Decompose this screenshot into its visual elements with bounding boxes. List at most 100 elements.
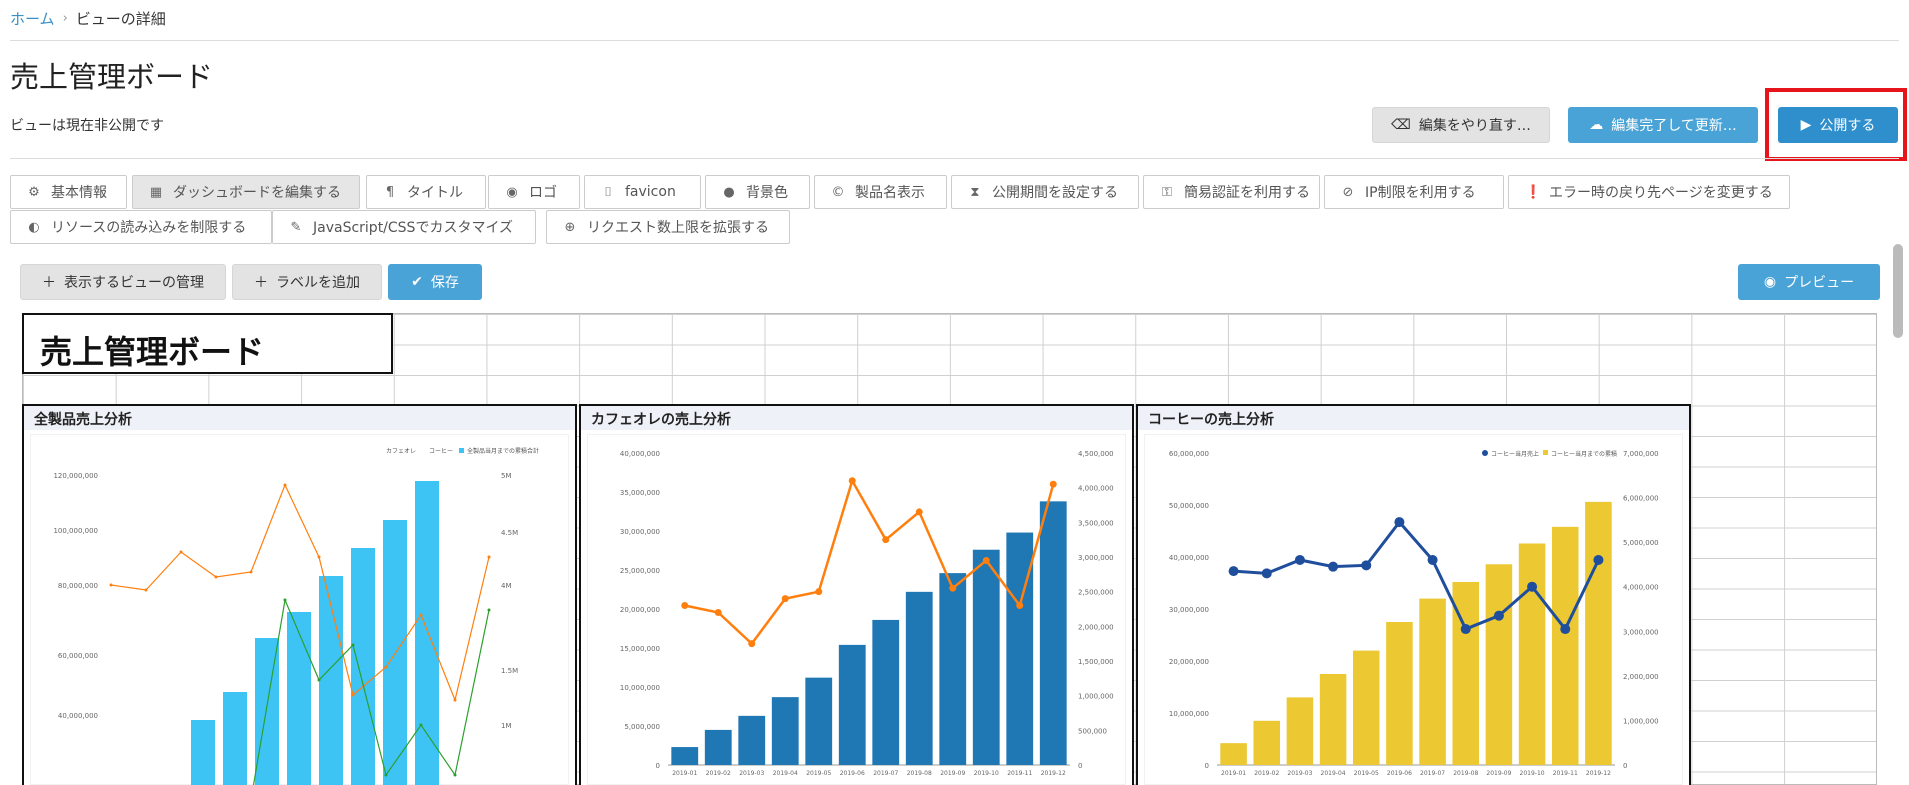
x-tick-label: 2019-03 (1287, 770, 1312, 777)
tab-resource-restriction[interactable]: ◐ リソースの読み込みを制限する (10, 210, 272, 244)
x-tick-label: 2019-01 (672, 770, 697, 777)
tab-product-name[interactable]: © 製品名表示 (814, 175, 947, 209)
y-tick-label: 30,000,000 (620, 528, 660, 536)
line-point (283, 483, 287, 487)
status-text: ビューは現在非公開です (10, 118, 164, 134)
y2-tick-label: 500,000 (1078, 727, 1107, 735)
tab-simple-auth[interactable]: ⚿ 簡易認証を利用する (1143, 175, 1320, 209)
line-point (384, 773, 388, 777)
line-point (179, 550, 183, 554)
bar (191, 720, 215, 785)
tab-request-limit[interactable]: ⊕ リクエスト数上限を拡張する (546, 210, 790, 244)
y2-tick-label: 1.5M (501, 667, 518, 675)
bar (805, 677, 833, 765)
y2-tick-label: 4.5M (501, 529, 518, 537)
board-title[interactable]: 売上管理ボード (22, 313, 393, 374)
tab-publish-period[interactable]: ⧗ 公開期間を設定する (951, 175, 1139, 209)
eye-icon: ◉ (506, 184, 518, 200)
chart-title: 全製品売上分析 (24, 406, 575, 430)
gear-icon: ⚙ (28, 184, 40, 200)
x-tick-label: 2019-04 (773, 770, 798, 777)
preview-button[interactable]: ◉ プレビュー (1738, 264, 1880, 300)
legend-item: コーヒー当月までの累積 (1551, 450, 1617, 458)
chart-panel-coffee[interactable]: コーヒーの売上分析 0 10,000,000 20,000,000 30,000,00… (1136, 404, 1691, 785)
x-tick-label: 2019-07 (1420, 770, 1445, 777)
y2-tick-label: 4,000,000 (1623, 584, 1659, 592)
plus-icon: ＋ (42, 275, 56, 291)
y2-tick-label: 2,000,000 (1078, 623, 1114, 631)
add-label-button[interactable]: ＋ラベルを追加 (232, 264, 382, 300)
grid-icon: ▦ (149, 184, 163, 200)
save-button[interactable]: ✔ 保存 (388, 264, 482, 300)
legend-item: カフェオレ (386, 448, 416, 455)
chart-all-products: 40,000,000 60,000,000 80,000,000 100,000,00… (53, 447, 539, 785)
tab-ip-restriction[interactable]: ⊘ IP制限を利用する (1324, 175, 1504, 209)
eye-icon: ◉ (1763, 274, 1777, 290)
divider (10, 40, 1899, 41)
y2-tick-label: 3,000,000 (1078, 554, 1114, 562)
line-point (1427, 554, 1438, 565)
x-tick-label: 2019-02 (1254, 770, 1279, 777)
line-point (249, 570, 253, 574)
line-point (781, 595, 789, 603)
y-tick-label: 0 (656, 762, 660, 770)
legend-item: 全製品当月までの累積合計 (467, 447, 539, 455)
y2-tick-label: 2,500,000 (1078, 589, 1114, 597)
tab-basic-info[interactable]: ⚙ 基本情報 (10, 175, 127, 209)
y-tick-label: 20,000,000 (620, 606, 660, 614)
bar (1352, 650, 1380, 765)
line-point (1361, 560, 1372, 571)
x-tick-label: 2019-07 (873, 770, 898, 777)
redo-edit-button[interactable]: ⌫ 編集をやり直す… (1372, 107, 1550, 143)
line-point (714, 608, 722, 616)
bar (671, 747, 699, 765)
wrench-icon: ✎ (290, 219, 302, 235)
line-point (1261, 568, 1272, 579)
chart-panel-all[interactable]: 全製品売上分析 40,000,000 60,000,000 80,000,000 10… (22, 404, 577, 785)
line-point (487, 608, 491, 612)
x-tick-label: 2019-12 (1041, 770, 1066, 777)
chart-panel-cafeau[interactable]: カフェオレの売上分析 0 5,000,000 10,000,000 15,000,00… (579, 404, 1134, 785)
x-tick-label: 2019-09 (1486, 770, 1511, 777)
finish-edit-button[interactable]: ☁ 編集完了して更新… (1568, 107, 1758, 143)
line-point (109, 583, 113, 587)
y-tick-label: 5,000,000 (624, 723, 660, 731)
divider (10, 158, 1899, 159)
page: ホーム › ビューの詳細 売上管理ボード ビューは現在非公開です ⌫ 編集をやり直… (0, 0, 1909, 785)
manage-views-button[interactable]: ＋表示するビューの管理 (20, 264, 226, 300)
tab-background-color[interactable]: ● 背景色 (705, 175, 810, 209)
breadcrumb-home[interactable]: ホーム (10, 8, 55, 29)
line-point (982, 556, 990, 564)
x-tick-label: 2019-05 (806, 770, 831, 777)
x-tick-label: 2019-08 (907, 770, 932, 777)
tab-logo[interactable]: ◉ ロゴ (488, 175, 580, 209)
scrollbar[interactable] (1893, 244, 1903, 338)
tab-title[interactable]: ¶ タイトル (366, 175, 486, 209)
chart-coffee: 0 10,000,000 20,000,000 30,000,000 40,000,00… (1169, 450, 1659, 777)
paragraph-icon: ¶ (385, 184, 395, 200)
y2-tick-label: 0 (1623, 762, 1627, 770)
x-tick-label: 2019-10 (974, 770, 999, 777)
y-tick-label: 15,000,000 (620, 645, 660, 653)
tab-error-page[interactable]: ❗ エラー時の戻り先ページを変更する (1508, 175, 1790, 209)
bar (1419, 598, 1446, 765)
globe-icon: ⊕ (564, 219, 576, 235)
y-tick-label: 10,000,000 (620, 684, 660, 692)
line-point (487, 555, 491, 559)
tab-customize-js-css[interactable]: ✎ JavaScript/CSSでカスタマイズ (272, 210, 536, 244)
y-tick-label: 0 (1205, 762, 1209, 770)
y-tick-label: 50,000,000 (1169, 502, 1209, 510)
y2-tick-label: 5,000,000 (1623, 539, 1659, 547)
tab-edit-dashboard[interactable]: ▦ ダッシュボードを編集する (132, 175, 360, 209)
bar (223, 692, 247, 785)
bar (939, 573, 967, 765)
chart-title: コーヒーの売上分析 (1138, 406, 1689, 430)
bookmark-icon: ⌷ (604, 184, 612, 200)
y-tick-label: 60,000,000 (58, 652, 98, 660)
tab-favicon[interactable]: ⌷ favicon (584, 175, 701, 209)
line-point (1460, 624, 1471, 635)
line-point (748, 640, 756, 648)
line-point (1493, 610, 1504, 621)
x-tick-label: 2019-06 (840, 770, 865, 777)
x-tick-label: 2019-02 (706, 770, 731, 777)
